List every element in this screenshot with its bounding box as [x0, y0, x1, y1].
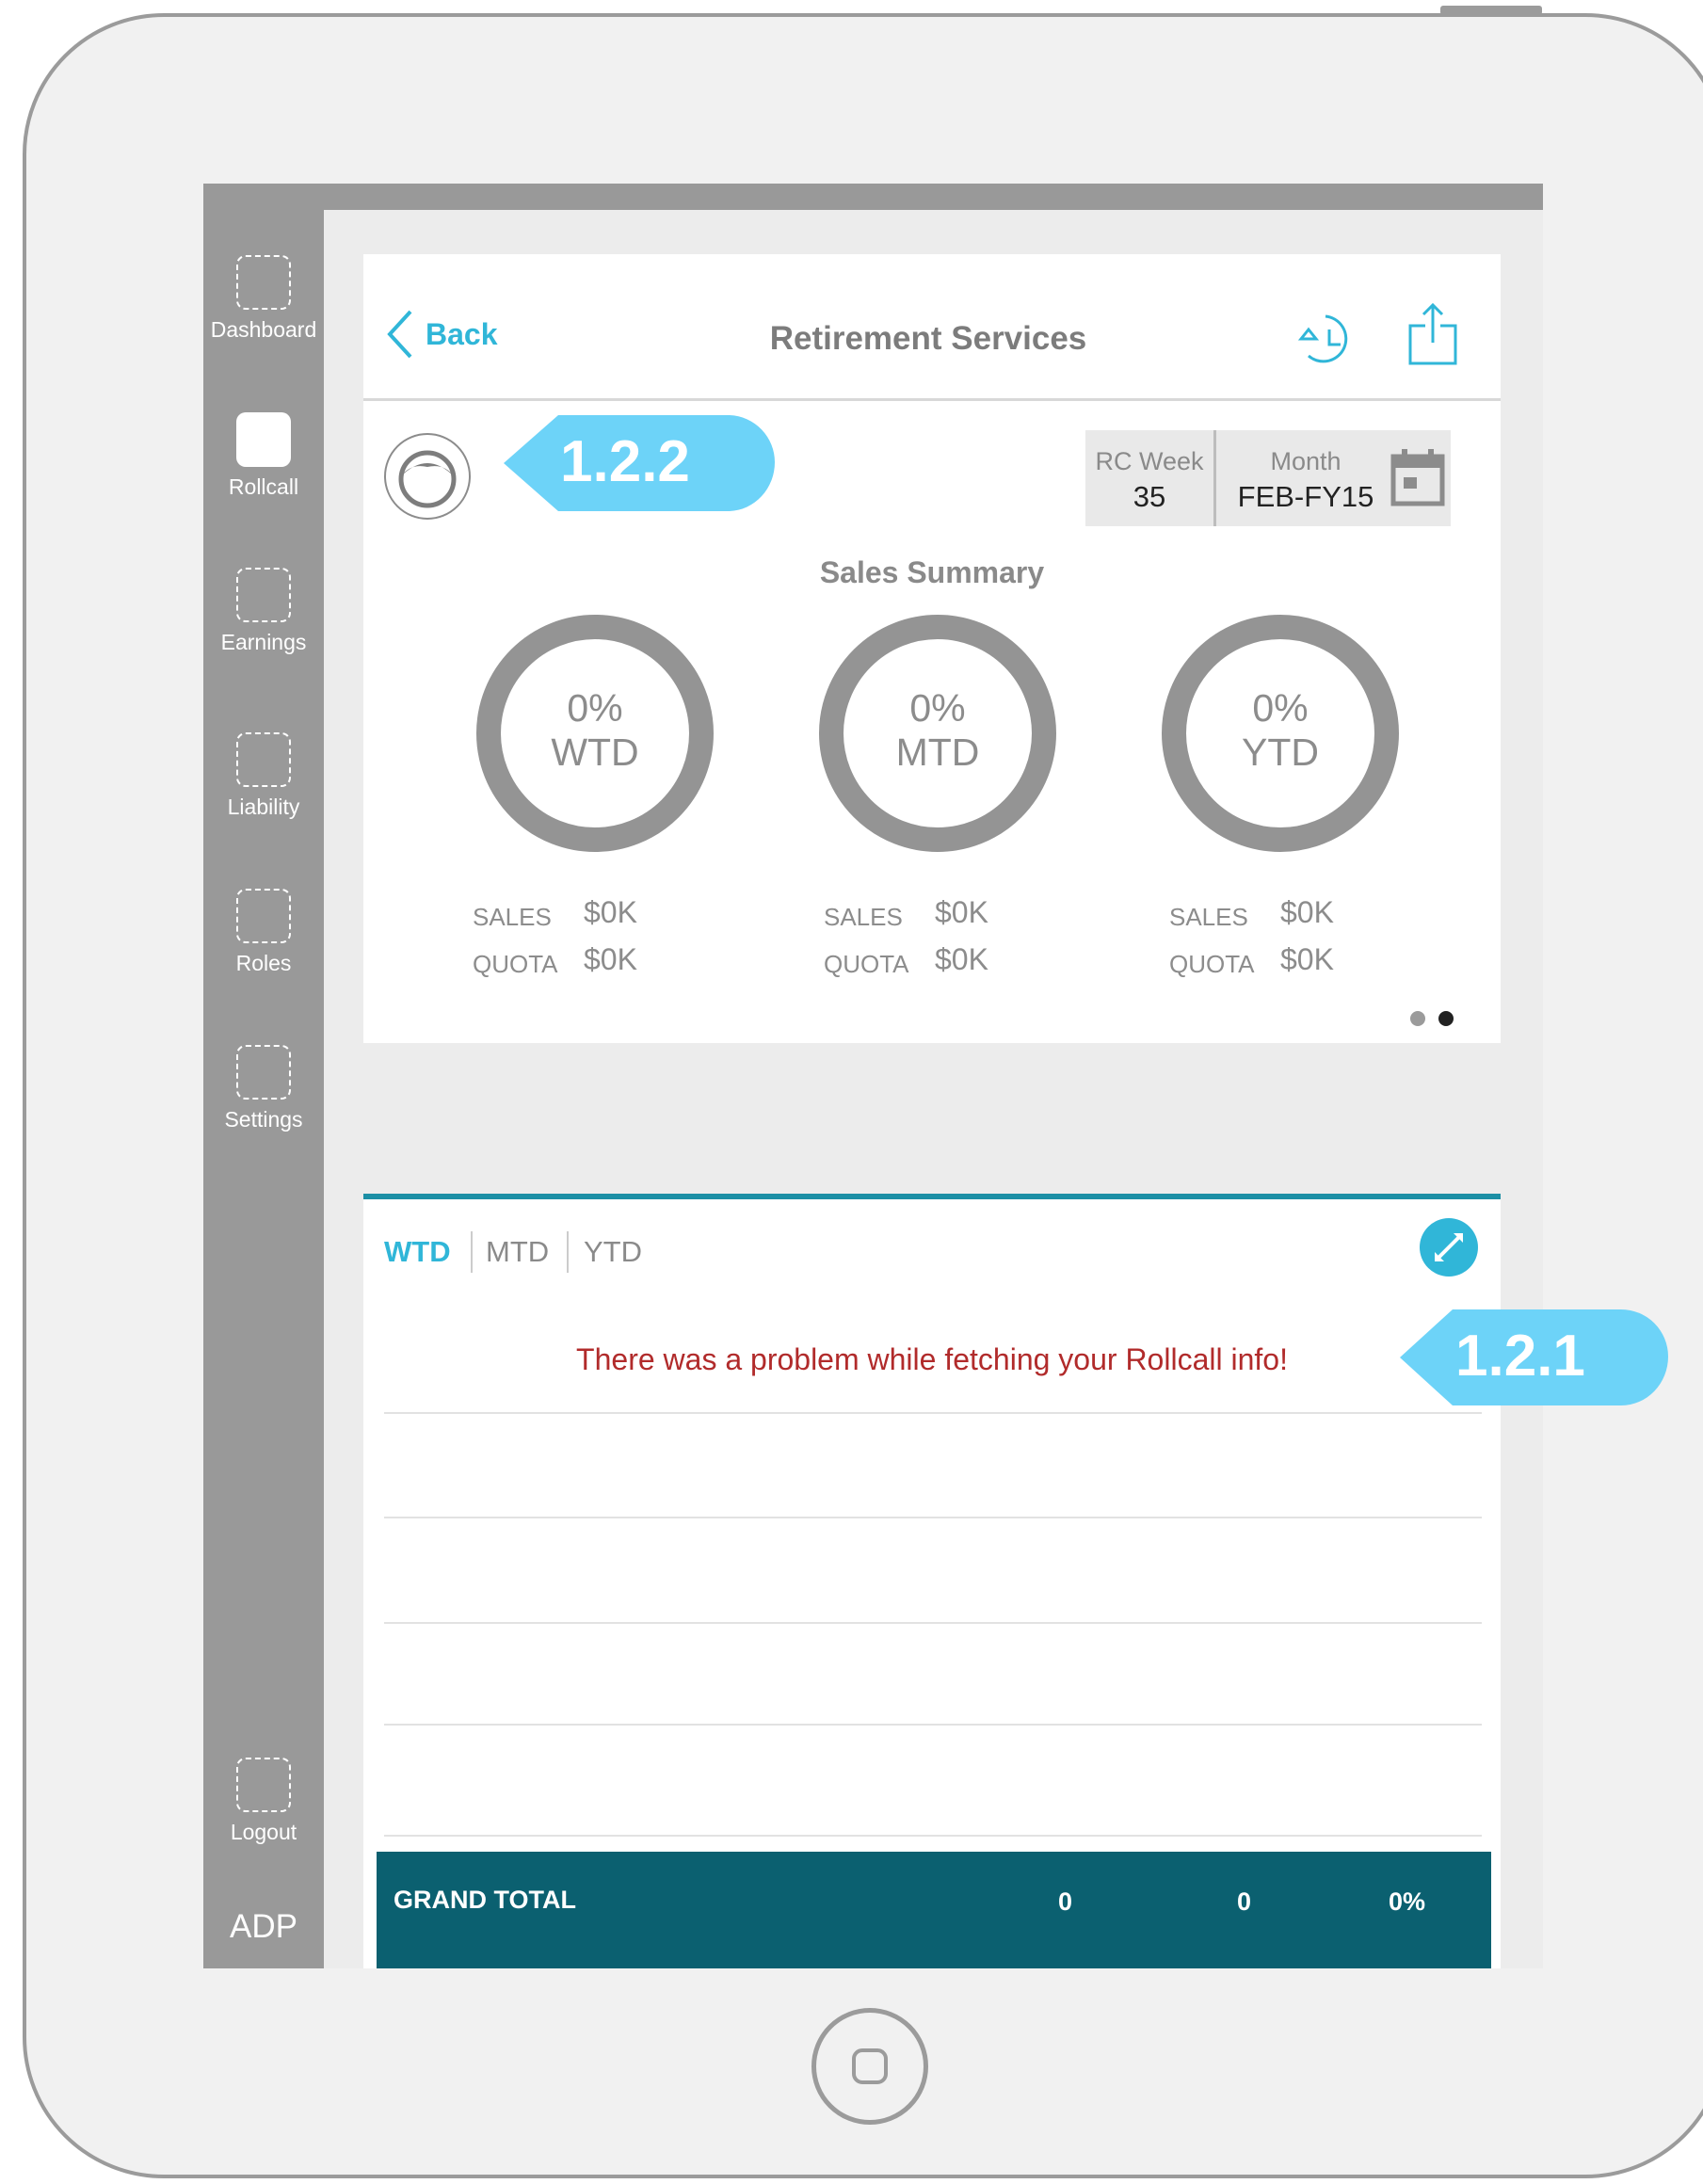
rc-week-value: 35 [1133, 480, 1166, 513]
home-button[interactable] [811, 2008, 928, 2125]
row-divider [384, 1724, 1482, 1726]
quota-label: QUOTA [473, 950, 558, 978]
month-cell[interactable]: Month FEB-FY15 [1216, 430, 1395, 526]
sales-summary-card: Back Retirement Services RC Week 35 Mont… [363, 254, 1501, 1043]
month-value: FEB-FY15 [1237, 480, 1374, 513]
sidebar-item-label: Rollcall [228, 474, 299, 499]
mtd-stats: SALES $0K QUOTA $0K [824, 895, 1031, 989]
rc-week-label: RC Week [1095, 447, 1204, 475]
liability-icon [236, 732, 291, 787]
period-selector[interactable]: RC Week 35 Month FEB-FY15 [1085, 430, 1451, 526]
rollcall-details-card: WTD MTD YTD There was a problem while fe… [363, 1194, 1501, 1968]
annotation-callout-1-2-2: 1.2.2 [504, 415, 775, 511]
row-divider [384, 1517, 1482, 1518]
sidebar-item-label: Dashboard [210, 317, 317, 342]
callout-label: 1.2.2 [560, 429, 690, 494]
ytd-progress-ring[interactable]: 0% YTD [1162, 615, 1399, 852]
wtd-progress-ring[interactable]: 0% WTD [476, 615, 714, 852]
grand-total-row: GRAND TOTAL 0 0 0% [377, 1852, 1491, 1968]
sales-label: SALES [824, 903, 903, 931]
ring-period: MTD [895, 731, 980, 774]
app-screen: Dashboard Rollcall Earnings Liability Ro… [203, 184, 1543, 1968]
quota-label: QUOTA [1169, 950, 1255, 978]
error-message: There was a problem while fetching your … [576, 1342, 1288, 1376]
sidebar-item-roles[interactable]: Roles [203, 889, 324, 975]
user-avatar-icon[interactable] [384, 433, 471, 520]
ring-percent: 0% [567, 686, 623, 730]
sales-label: SALES [473, 903, 552, 931]
quota-label: QUOTA [824, 950, 909, 978]
back-label: Back [426, 316, 498, 351]
sidebar-item-rollcall[interactable]: Rollcall [203, 412, 324, 499]
pager-dot[interactable] [1410, 1011, 1425, 1026]
rollcall-icon [236, 412, 291, 467]
mtd-progress-ring[interactable]: 0% MTD [819, 615, 1056, 852]
ytd-stats: SALES $0K QUOTA $0K [1169, 895, 1376, 989]
sidebar: Dashboard Rollcall Earnings Liability Ro… [203, 184, 324, 1968]
grand-total-percent: 0% [1389, 1887, 1426, 1916]
wtd-stats: SALES $0K QUOTA $0K [473, 895, 680, 989]
roles-icon [236, 889, 291, 943]
sidebar-item-label: Liability [227, 795, 300, 819]
row-divider [384, 1835, 1482, 1837]
sidebar-item-logout[interactable]: Logout [203, 1758, 324, 1844]
quota-value: $0K [584, 942, 637, 976]
back-button[interactable]: Back [384, 306, 498, 362]
sidebar-item-label: Logout [230, 1820, 297, 1844]
quota-value: $0K [1280, 942, 1334, 976]
ring-period: WTD [551, 731, 639, 774]
row-divider [384, 1412, 1482, 1414]
sidebar-item-label: Earnings [220, 630, 307, 654]
status-bar [203, 184, 1543, 210]
sidebar-item-earnings[interactable]: Earnings [203, 568, 324, 654]
logout-icon [236, 1758, 291, 1812]
sidebar-item-dashboard[interactable]: Dashboard [203, 255, 324, 342]
grand-total-value: 0 [1058, 1887, 1073, 1916]
quota-value: $0K [935, 942, 988, 976]
chevron-left-icon [387, 310, 412, 359]
earnings-icon [236, 568, 291, 622]
tab-wtd[interactable]: WTD [384, 1235, 451, 1269]
sidebar-item-liability[interactable]: Liability [203, 732, 324, 819]
rc-week-cell[interactable]: RC Week 35 [1085, 430, 1213, 526]
history-icon[interactable] [1295, 311, 1356, 367]
settings-icon [236, 1045, 291, 1100]
sidebar-item-label: Settings [224, 1107, 303, 1132]
dashboard-icon [236, 255, 291, 310]
ring-percent: 0% [909, 686, 966, 730]
calendar-icon[interactable] [1390, 447, 1445, 507]
ring-percent: 0% [1252, 686, 1309, 730]
home-button-icon [852, 2048, 888, 2084]
sales-value: $0K [935, 895, 988, 929]
annotation-callout-1-2-1: 1.2.1 [1400, 1309, 1668, 1405]
brand-logo: ADP [230, 1908, 297, 1945]
tab-separator [567, 1231, 569, 1273]
summary-title: Sales Summary [819, 555, 1045, 589]
sidebar-item-settings[interactable]: Settings [203, 1045, 324, 1132]
grand-total-label: GRAND TOTAL [394, 1886, 576, 1914]
ring-period: YTD [1242, 731, 1319, 774]
row-divider [384, 1622, 1482, 1624]
expand-icon[interactable] [1420, 1218, 1478, 1277]
month-label: Month [1270, 447, 1342, 475]
sales-value: $0K [1280, 895, 1334, 929]
share-icon[interactable] [1406, 301, 1459, 367]
grand-total-value: 0 [1237, 1887, 1252, 1916]
sales-value: $0K [584, 895, 637, 929]
tab-separator [471, 1231, 473, 1273]
tab-ytd[interactable]: YTD [584, 1235, 642, 1269]
tab-mtd[interactable]: MTD [486, 1235, 549, 1269]
sidebar-item-label: Roles [235, 951, 292, 975]
callout-label: 1.2.1 [1455, 1324, 1585, 1389]
page-title: Retirement Services [769, 320, 1087, 357]
header-divider [363, 398, 1501, 401]
pager-dot-active[interactable] [1438, 1011, 1454, 1026]
sales-label: SALES [1169, 903, 1248, 931]
